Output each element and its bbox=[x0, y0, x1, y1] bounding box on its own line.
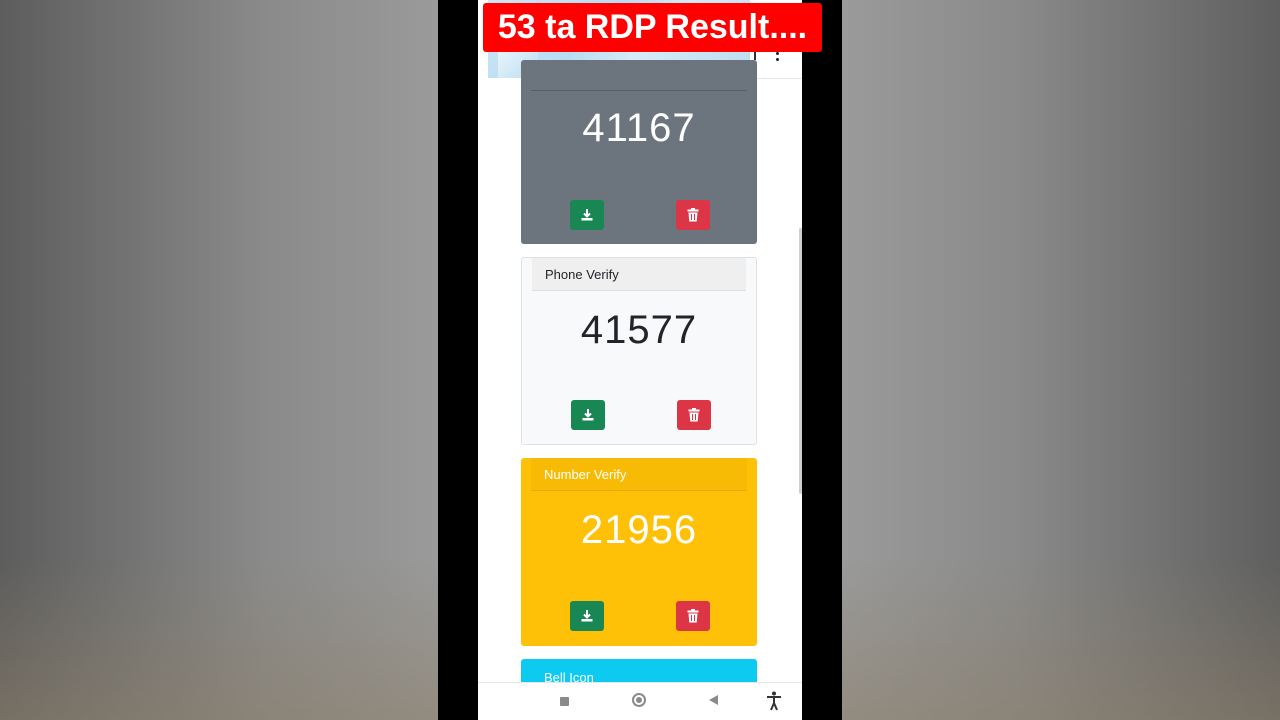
result-card-number-verify: Number Verify 21956 bbox=[521, 458, 757, 646]
delete-button[interactable] bbox=[676, 200, 710, 230]
download-icon bbox=[582, 409, 594, 421]
trash-icon bbox=[687, 609, 699, 623]
card-header: Number Verify bbox=[531, 458, 747, 491]
title-banner: 53 ta RDP Result.... bbox=[483, 3, 822, 52]
card-count: 41167 bbox=[582, 106, 696, 150]
download-button[interactable] bbox=[571, 400, 605, 430]
accessibility-icon[interactable] bbox=[765, 691, 783, 711]
back-icon[interactable] bbox=[709, 695, 718, 705]
recents-icon[interactable] bbox=[560, 697, 569, 706]
home-icon[interactable] bbox=[632, 693, 646, 707]
download-icon bbox=[581, 610, 593, 622]
trash-icon bbox=[688, 408, 700, 422]
download-button[interactable] bbox=[570, 601, 604, 631]
result-card-phone-verify: Phone Verify 41577 bbox=[521, 257, 757, 445]
background-right bbox=[842, 0, 1280, 720]
android-nav-bar bbox=[478, 682, 802, 720]
card-count: 41577 bbox=[580, 308, 698, 352]
trash-icon bbox=[687, 208, 699, 222]
card-header: Phone Verify bbox=[532, 258, 746, 291]
phone-frame: 41167 Phone Verify 41577 Number Verify 2… bbox=[438, 0, 842, 720]
card-header bbox=[531, 60, 747, 91]
download-icon bbox=[581, 209, 593, 221]
result-card-1: 41167 bbox=[521, 60, 757, 244]
background-left bbox=[0, 0, 438, 720]
delete-button[interactable] bbox=[676, 601, 710, 631]
download-button[interactable] bbox=[570, 200, 604, 230]
card-count: 21956 bbox=[580, 508, 698, 552]
delete-button[interactable] bbox=[677, 400, 711, 430]
scrollbar[interactable] bbox=[799, 228, 802, 494]
phone-screen: 41167 Phone Verify 41577 Number Verify 2… bbox=[478, 0, 802, 720]
